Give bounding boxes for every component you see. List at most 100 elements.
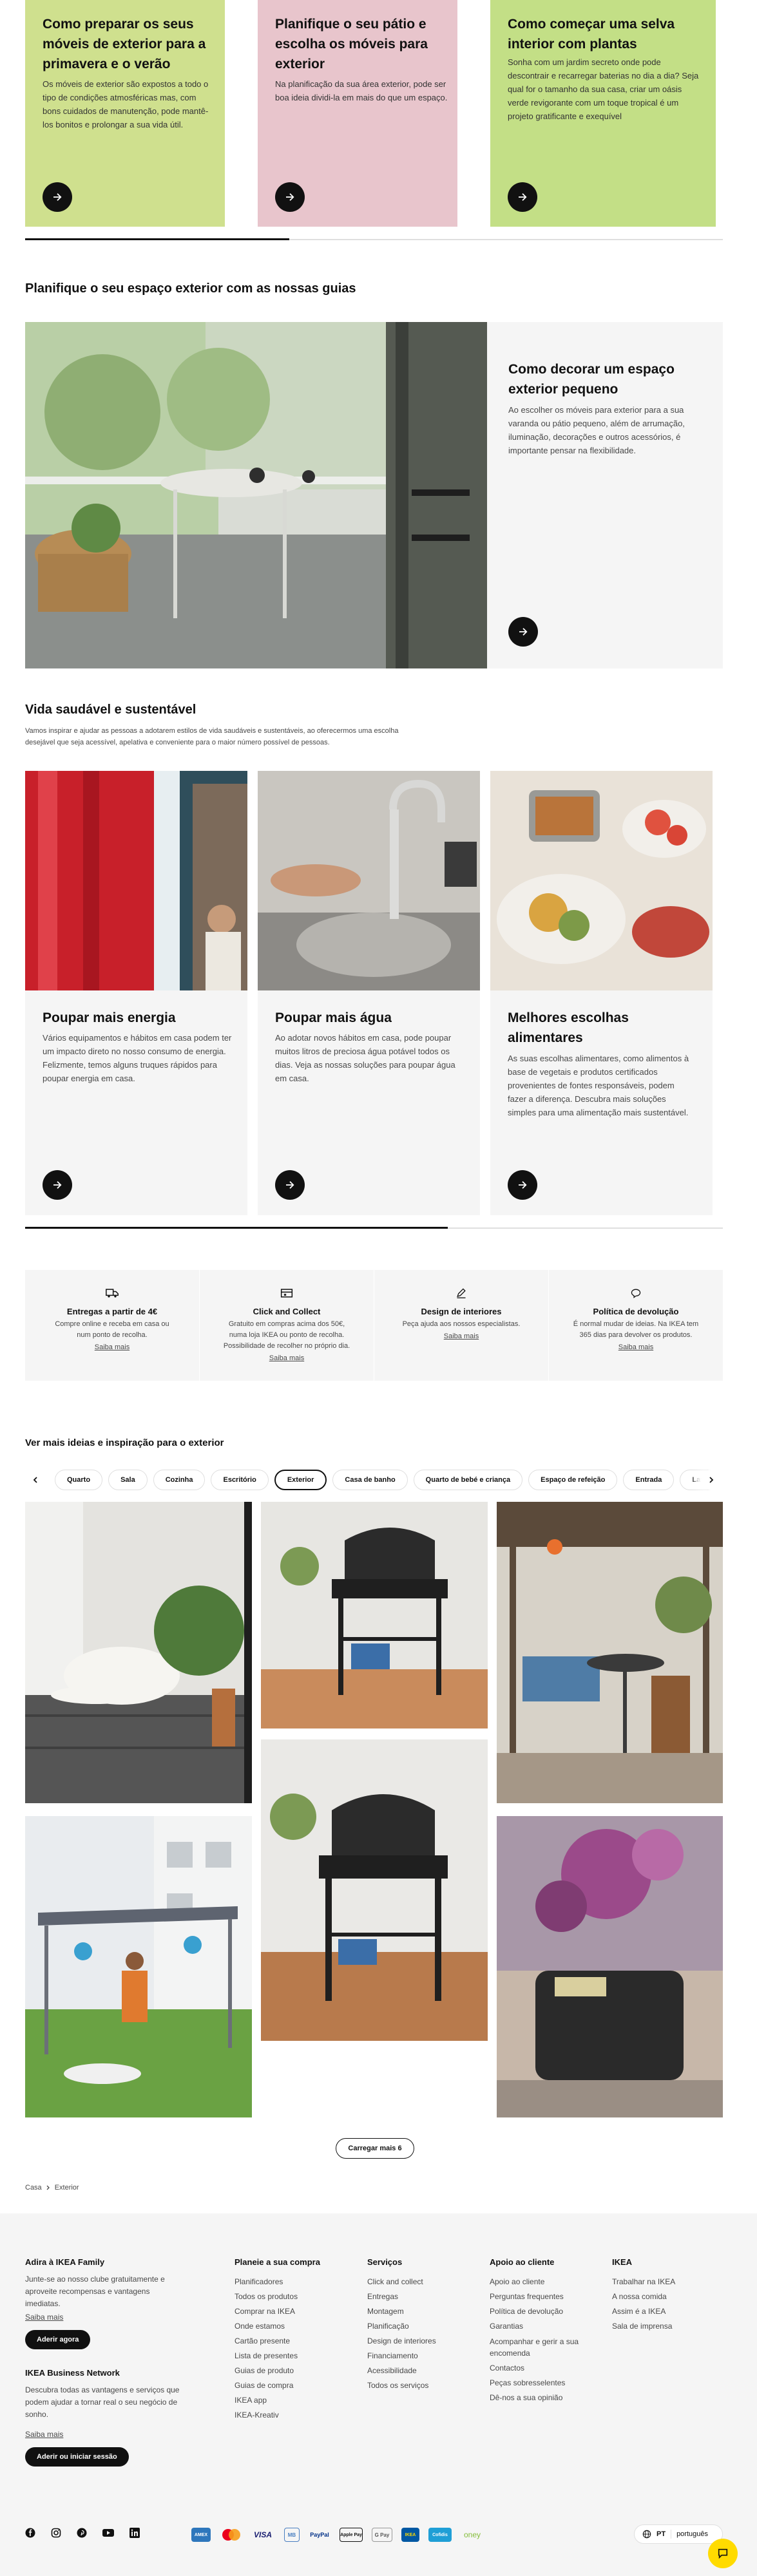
load-more-button[interactable]: Carregar mais 6 (336, 2138, 414, 2159)
footer-link[interactable]: Perguntas frequentes (490, 2289, 593, 2304)
sustain-card-3[interactable]: Melhores escolhas alimentares As suas es… (490, 771, 713, 1215)
arrow-right-button[interactable] (508, 617, 538, 647)
footer-link[interactable]: Assim é a IKEA (612, 2304, 722, 2319)
guide-card-title: Como decorar um espaço exterior pequeno (508, 362, 675, 397)
usp-link[interactable]: Saiba mais (269, 1354, 304, 1362)
sustain-card-1[interactable]: Poupar mais energia Vários equipamentos … (25, 771, 247, 1215)
inspiration-image-dining[interactable] (497, 1502, 723, 1803)
family-link[interactable]: Saiba mais (25, 2313, 63, 2322)
family-join-button[interactable]: Aderir agora (25, 2330, 91, 2349)
pinterest-icon[interactable] (77, 2528, 87, 2538)
footer-link[interactable]: Lista de presentes (235, 2349, 350, 2363)
footer-link[interactable]: IKEA-Kreativ (235, 2408, 350, 2423)
footer-link[interactable]: Acessibilidade (367, 2363, 483, 2378)
carousel-scrollbar[interactable] (25, 238, 723, 240)
load-more-label: Carregar mais 6 (348, 2145, 402, 2152)
instagram-icon[interactable] (51, 2528, 61, 2538)
chip-next-button[interactable] (701, 1470, 722, 1490)
sustain-card-title: Poupar mais água (275, 1010, 392, 1025)
inspiration-image-chairs[interactable] (25, 1502, 252, 1803)
footer-link[interactable]: Guias de compra (235, 2378, 350, 2393)
arrow-right-icon (53, 1181, 62, 1189)
guides-heading: Planifique o seu espaço exterior com as … (25, 281, 356, 296)
footer-link[interactable]: Acompanhar e gerir a sua encomenda (490, 2336, 593, 2359)
chat-button[interactable] (708, 2539, 738, 2568)
footer-link[interactable]: Planificação (367, 2319, 483, 2334)
sustain-scrollbar-thumb[interactable] (25, 1227, 448, 1229)
usp-link[interactable]: Saiba mais (618, 1343, 653, 1351)
usp-link[interactable]: Saiba mais (95, 1343, 129, 1351)
youtube-icon[interactable] (102, 2528, 114, 2537)
footer-link[interactable]: A nossa comida (612, 2289, 722, 2304)
chevron-right-icon (46, 2185, 50, 2190)
guide-card[interactable]: Como decorar um espaço exterior pequeno … (487, 322, 723, 668)
breadcrumb-item[interactable]: Exterior (55, 2184, 79, 2192)
ikea-card-icon: IKEA (401, 2528, 419, 2542)
footer-link[interactable]: Planificadores (235, 2275, 350, 2289)
footer-link[interactable]: Apoio ao cliente (490, 2275, 593, 2289)
usp-bar: Entregas a partir de 4€ Compre online e … (25, 1270, 723, 1381)
footer-link[interactable]: Design de interiores (367, 2334, 483, 2349)
business-join-button[interactable]: Aderir ou iniciar sessão (25, 2447, 129, 2467)
footer-link[interactable]: Peças sobresselentes (490, 2376, 593, 2391)
top-card-2[interactable]: Planifique o seu pátio e escolha os móve… (258, 0, 457, 227)
business-link[interactable]: Saiba mais (25, 2430, 63, 2439)
arrow-right-button[interactable] (508, 182, 537, 212)
footer-link[interactable]: Todos os produtos (235, 2289, 350, 2304)
arrow-right-button[interactable] (508, 1170, 537, 1200)
payment-icons: AMEX MC VISA MB PayPal Apple Pay G Pay I… (191, 2528, 484, 2542)
footer-link[interactable]: Montagem (367, 2304, 483, 2319)
chip-escritorio[interactable]: Escritório (211, 1470, 269, 1490)
chip-prev-button[interactable] (25, 1470, 46, 1490)
chip-sala[interactable]: Sala (108, 1470, 148, 1490)
inspiration-image-storage-box[interactable] (497, 1816, 723, 2117)
inspiration-image-grill-1[interactable] (261, 1502, 488, 1728)
footer-link[interactable]: Garantias (490, 2319, 593, 2334)
footer-link[interactable]: IKEA app (235, 2393, 350, 2408)
usp-link[interactable]: Saiba mais (444, 1332, 479, 1340)
linkedin-icon[interactable] (129, 2528, 140, 2538)
arrow-right-button[interactable] (275, 1170, 305, 1200)
footer-link[interactable]: Política de devolução (490, 2304, 593, 2319)
language-selector[interactable]: PT português (634, 2524, 723, 2544)
footer-link[interactable]: Sala de imprensa (612, 2319, 722, 2334)
footer-link[interactable]: Financiamento (367, 2349, 483, 2363)
footer-link[interactable]: Trabalhar na IKEA (612, 2275, 722, 2289)
carousel-scrollbar-thumb[interactable] (25, 238, 289, 240)
footer-link[interactable]: Comprar na IKEA (235, 2304, 350, 2319)
chip-cozinha[interactable]: Cozinha (153, 1470, 206, 1490)
top-card-1[interactable]: Como preparar os seus móveis de exterior… (25, 0, 225, 227)
chip-quarto[interactable]: Quarto (55, 1470, 103, 1490)
facebook-icon[interactable] (25, 2528, 35, 2538)
footer-link[interactable]: Entregas (367, 2289, 483, 2304)
footer-link[interactable]: Contactos (490, 2361, 593, 2376)
family-title: Adira à IKEA Family (25, 2257, 105, 2267)
footer-link[interactable]: Click and collect (367, 2275, 483, 2289)
footer-link[interactable]: Dê-nos a sua opinião (490, 2391, 593, 2405)
footer-link[interactable]: Onde estamos (235, 2319, 350, 2334)
inspiration-image-grill-2[interactable] (261, 1739, 488, 2041)
arrow-right-button[interactable] (43, 1170, 72, 1200)
footer-link[interactable]: Todos os serviços (367, 2378, 483, 2393)
chip-espaco-refeicao[interactable]: Espaço de refeição (528, 1470, 618, 1490)
breadcrumb-item[interactable]: Casa (25, 2184, 42, 2192)
chip-list: Quarto Sala Cozinha Escritório Exterior … (55, 1470, 721, 1490)
top-card-3[interactable]: Como começar uma selva interior com plan… (490, 0, 716, 227)
language-label: português (676, 2530, 708, 2538)
mastercard-icon: MC (220, 2528, 242, 2542)
chip-exterior[interactable]: Exterior (274, 1470, 327, 1490)
arrow-right-button[interactable] (43, 182, 72, 212)
usp-text: Peça ajuda aos nossos especialistas. (402, 1320, 521, 1328)
chip-entrada[interactable]: Entrada (623, 1470, 675, 1490)
cofidis-icon: Cofidis (428, 2528, 452, 2542)
sustain-card-2[interactable]: Poupar mais água Ao adotar novos hábitos… (258, 771, 480, 1215)
chip-quarto-bebe[interactable]: Quarto de bebé e criança (413, 1470, 523, 1490)
usp-click-collect: Click and Collect Gratuito em compras ac… (200, 1270, 374, 1381)
balcony-image[interactable] (25, 322, 487, 668)
sustain-scrollbar[interactable] (25, 1227, 723, 1229)
footer-link[interactable]: Guias de produto (235, 2363, 350, 2378)
arrow-right-button[interactable] (275, 182, 305, 212)
footer-link[interactable]: Cartão presente (235, 2334, 350, 2349)
chip-casa-de-banho[interactable]: Casa de banho (332, 1470, 408, 1490)
inspiration-image-pergola[interactable] (25, 1816, 252, 2117)
